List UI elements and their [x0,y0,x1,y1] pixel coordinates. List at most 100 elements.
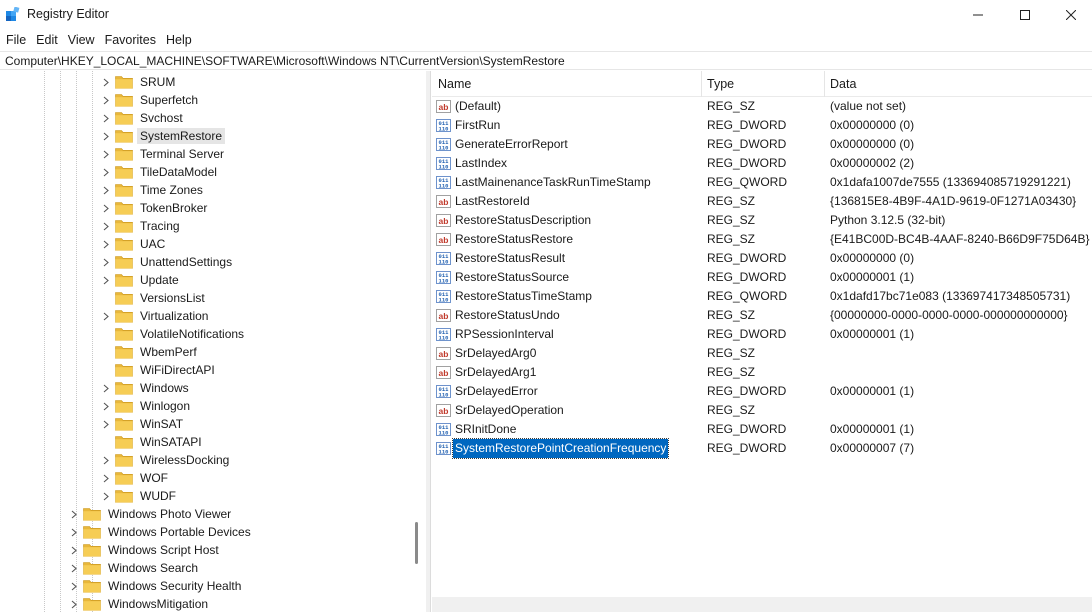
list-row[interactable]: 011 110 RestoreStatusTimeStamp REG_QWORD 0x1… [432,287,1092,306]
tree-item[interactable]: WbemPerf [101,343,200,361]
tree-item[interactable]: WindowsMitigation [69,595,211,612]
tree-item[interactable]: VersionsList [101,289,208,307]
chevron-right-icon[interactable] [101,91,111,109]
tree-item[interactable]: WinSAT [101,415,186,433]
chevron-right-icon[interactable] [101,235,111,253]
list-row[interactable]: 011 110 SrDelayedError REG_DWORD 0x00000001 … [432,382,1092,401]
svg-text:110: 110 [439,449,449,456]
list-row[interactable]: ab SrDelayedArg0 REG_SZ [432,344,1092,363]
tree-item[interactable]: WUDF [101,487,179,505]
value-list[interactable]: Name Type Data ab (Default) REG_SZ (value n… [432,71,1092,612]
key-tree[interactable]: SRUM Superfetch Svchost SystemRestore Termin… [0,71,426,612]
maximize-button[interactable] [1002,0,1048,30]
value-name-cell: ab (Default) [436,97,503,116]
chevron-right-icon[interactable] [101,145,111,163]
chevron-right-icon[interactable] [101,253,111,271]
value-name-cell: ab SrDelayedOperation [436,401,566,420]
tree-item[interactable]: UAC [101,235,168,253]
chevron-right-icon[interactable] [101,181,111,199]
tree-item[interactable]: SystemRestore [101,127,226,145]
list-row[interactable]: 011 110 RestoreStatusSource REG_DWORD 0x0000… [432,268,1092,287]
list-row[interactable]: 011 110 GenerateErrorReport REG_DWORD 0x0000… [432,135,1092,154]
value-type: REG_DWORD [707,137,787,151]
tree-item[interactable]: Time Zones [101,181,206,199]
list-row[interactable]: ab SrDelayedOperation REG_SZ [432,401,1092,420]
menu-help[interactable]: Help [161,30,197,50]
chevron-right-icon[interactable] [101,451,111,469]
menu-edit[interactable]: Edit [31,30,63,50]
tree-item[interactable]: WOF [101,469,171,487]
list-row[interactable]: 011 110 SystemRestorePointCreationFrequenc… [432,438,1092,459]
chevron-right-icon[interactable] [101,217,111,235]
tree-item[interactable]: Virtualization [101,307,211,325]
list-row[interactable]: 011 110 LastMainenanceTaskRunTimeStamp REG_… [432,173,1092,192]
list-row[interactable]: ab RestoreStatusRestore REG_SZ {E41BC00D-BC… [432,230,1092,249]
tree-item[interactable]: Windows Script Host [69,541,222,559]
tree-item[interactable]: Windows [101,379,192,397]
tree-item[interactable]: UnattendSettings [101,253,235,271]
list-horizontal-scrollbar[interactable] [432,597,1092,612]
chevron-right-icon[interactable] [101,271,111,289]
tree-item[interactable]: Tracing [101,217,183,235]
chevron-right-icon[interactable] [101,199,111,217]
value-type: REG_SZ [707,99,756,113]
pane-splitter[interactable] [426,71,431,612]
tree-item[interactable]: SRUM [101,73,178,91]
chevron-right-icon[interactable] [69,577,79,595]
list-row[interactable]: 011 110 SRInitDone REG_DWORD 0x00000001 (1) [432,420,1092,439]
tree-item[interactable]: Windows Portable Devices [69,523,254,541]
menu-favorites[interactable]: Favorites [100,30,161,50]
tree-item[interactable]: Update [101,271,182,289]
tree-item[interactable]: WirelessDocking [101,451,232,469]
menu-view[interactable]: View [63,30,100,50]
chevron-right-icon[interactable] [101,487,111,505]
minimize-button[interactable] [955,0,1001,30]
chevron-right-icon[interactable] [101,379,111,397]
list-row[interactable]: ab (Default) REG_SZ (value not set) [432,97,1092,116]
tree-item[interactable]: Winlogon [101,397,193,415]
list-row[interactable]: 011 110 RestoreStatusResult REG_DWORD 0x0000… [432,249,1092,268]
column-header-name[interactable]: Name [432,71,471,97]
menu-file[interactable]: File [1,30,31,50]
list-row[interactable]: ab RestoreStatusUndo REG_SZ {00000000-0000-… [432,306,1092,325]
tree-item[interactable]: Windows Security Health [69,577,244,595]
column-header-data[interactable]: Data [824,71,856,97]
tree-scrollbar-thumb[interactable] [415,522,418,564]
tree-item[interactable]: Terminal Server [101,145,227,163]
column-header-type[interactable]: Type [701,71,734,97]
tree-item[interactable]: TokenBroker [101,199,210,217]
chevron-right-icon[interactable] [69,505,79,523]
list-row[interactable]: 011 110 RPSessionInterval REG_DWORD 0x000000… [432,325,1092,344]
list-row[interactable]: ab RestoreStatusDescription REG_SZ Python 3… [432,211,1092,230]
chevron-right-icon[interactable] [101,415,111,433]
chevron-right-icon[interactable] [101,397,111,415]
value-type: REG_DWORD [707,384,787,398]
tree-item[interactable]: Windows Search [69,559,201,577]
chevron-right-icon[interactable] [101,469,111,487]
tree-item[interactable]: Svchost [101,109,186,127]
svg-text:ab: ab [439,216,449,226]
tree-item[interactable]: TileDataModel [101,163,220,181]
tree-item[interactable]: Windows Photo Viewer [69,505,234,523]
tree-item[interactable]: Superfetch [101,91,201,109]
chevron-right-icon[interactable] [101,163,111,181]
chevron-right-icon[interactable] [101,127,111,145]
address-bar[interactable]: Computer\HKEY_LOCAL_MACHINE\SOFTWARE\Mic… [0,51,1092,70]
chevron-right-icon[interactable] [69,541,79,559]
chevron-right-icon[interactable] [101,109,111,127]
tree-item[interactable]: WinSATAPI [101,433,205,451]
list-row[interactable]: ab LastRestoreId REG_SZ {136815E8-4B9F-4A1D… [432,192,1092,211]
tree-item-label: SRUM [140,75,176,89]
chevron-right-icon[interactable] [101,307,111,325]
tree-item-label: TileDataModel [140,165,217,179]
chevron-right-icon[interactable] [69,523,79,541]
tree-item[interactable]: VolatileNotifications [101,325,247,343]
close-button[interactable] [1048,0,1092,30]
list-row[interactable]: ab SrDelayedArg1 REG_SZ [432,363,1092,382]
tree-item[interactable]: WiFiDirectAPI [101,361,218,379]
chevron-right-icon[interactable] [101,73,111,91]
list-row[interactable]: 011 110 FirstRun REG_DWORD 0x00000000 (0) [432,116,1092,135]
list-row[interactable]: 011 110 LastIndex REG_DWORD 0x00000002 (2) [432,154,1092,173]
chevron-right-icon[interactable] [69,559,79,577]
chevron-right-icon[interactable] [69,595,79,612]
